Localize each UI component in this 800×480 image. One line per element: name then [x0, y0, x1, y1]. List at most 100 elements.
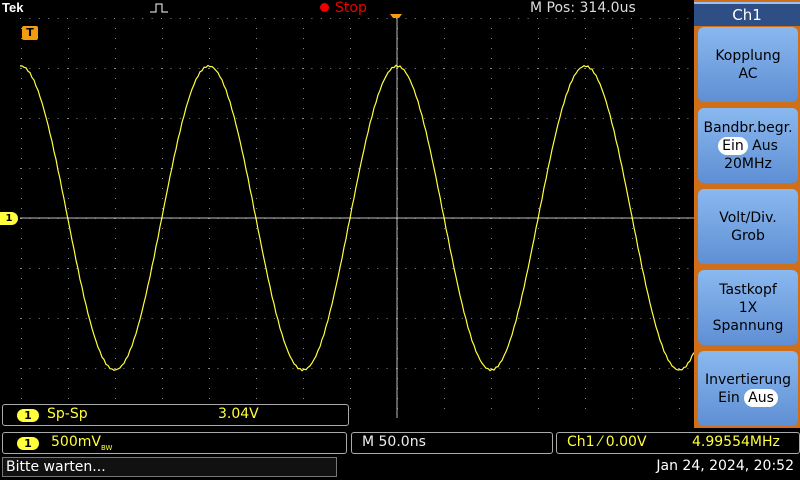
grid-dot	[499, 268, 501, 269]
grid-dot	[189, 268, 191, 269]
grid-dot	[452, 268, 454, 269]
grid-dot	[444, 98, 445, 99]
grid-dot	[444, 298, 445, 299]
grid-dot	[67, 68, 68, 69]
grid-dot	[538, 128, 539, 129]
grid-dot	[538, 138, 539, 139]
grid-dot	[330, 368, 332, 369]
grid-dot	[444, 178, 445, 179]
trigger-readout[interactable]: Ch1 ⁄ 0.00V 4.99554MHz	[556, 432, 800, 454]
grid-dot	[632, 118, 633, 119]
grid-dot	[358, 268, 360, 269]
grid-dot	[358, 118, 360, 119]
grid-dot	[640, 318, 642, 319]
grid-dot	[444, 268, 445, 269]
grid-dot	[632, 298, 633, 299]
coupling-button[interactable]: Kopplung AC	[698, 27, 798, 102]
grid-dot	[538, 88, 539, 89]
grid-dot	[538, 398, 539, 399]
grid-dot	[350, 278, 351, 279]
grid-dot	[162, 28, 163, 29]
side-menu-title: Ch1	[694, 2, 800, 26]
probe-button[interactable]: Tastkopf 1X Spannung	[698, 270, 798, 345]
grid-dot	[443, 318, 444, 319]
grid-dot	[632, 28, 633, 29]
waveform-graticule[interactable]	[20, 18, 694, 418]
grid-dot	[115, 118, 116, 119]
grid-dot	[585, 98, 586, 99]
volts-per-div-button[interactable]: Volt/Div. Grob	[698, 189, 798, 264]
grid-dot	[679, 158, 680, 159]
grid-dot	[115, 138, 116, 139]
grid-dot	[350, 398, 351, 399]
grid-dot	[303, 88, 304, 89]
grid-dot	[679, 168, 680, 169]
grid-dot	[292, 68, 294, 69]
grid-dot	[162, 148, 163, 149]
grid-dot	[546, 168, 548, 169]
grid-dot	[640, 18, 642, 19]
grid-dot	[679, 238, 680, 239]
grid-dot	[170, 268, 172, 269]
vertical-scale-readout[interactable]: 1 500mVBW	[2, 432, 347, 454]
grid-dot	[68, 268, 69, 269]
channel1-ground-marker[interactable]: 1	[0, 212, 18, 225]
horizontal-scale-readout[interactable]: M 50.0ns	[351, 432, 553, 454]
trigger-level-marker[interactable]: T	[22, 26, 38, 40]
grid-dot	[198, 168, 200, 169]
bandwidth-limit-options: Ein Aus	[698, 136, 798, 155]
grid-dot	[537, 368, 538, 369]
grid-dot	[142, 68, 144, 69]
grid-dot	[631, 318, 632, 319]
grid-dot	[255, 368, 256, 369]
grid-dot	[256, 168, 257, 169]
grid-dot	[21, 198, 22, 199]
grid-dot	[303, 238, 304, 239]
grid-dot	[21, 58, 22, 59]
grid-dot	[471, 118, 473, 119]
bandwidth-limit-button[interactable]: Bandbr.begr. Ein Aus 20MHz	[698, 108, 798, 183]
grid-dot	[303, 38, 304, 39]
grid-dot	[68, 338, 69, 339]
grid-dot	[612, 118, 614, 119]
brand-logo: Tek	[2, 0, 24, 15]
grid-dot	[679, 288, 680, 289]
grid-dot	[320, 368, 322, 369]
grid-dot	[538, 58, 539, 59]
grid-dot	[162, 228, 163, 229]
grid-dot	[527, 318, 529, 319]
grid-dot	[499, 168, 501, 169]
grid-dot	[538, 408, 539, 409]
grid-dot	[632, 388, 633, 389]
grid-dot	[162, 238, 163, 239]
measurement-readout[interactable]: 1 Sp-Sp 3.04V	[2, 404, 349, 426]
grid-dot	[48, 68, 50, 69]
grid-dot	[491, 338, 492, 339]
grid-dot	[538, 158, 539, 159]
grid-dot	[209, 298, 210, 299]
grid-dot	[209, 388, 210, 389]
grid-dot	[414, 118, 416, 119]
grid-dot	[95, 268, 97, 269]
grid-dot	[632, 248, 633, 249]
coupling-value: AC	[738, 65, 758, 82]
grid-dot	[585, 118, 586, 119]
grid-dot	[668, 118, 670, 119]
grid-dot	[602, 68, 604, 69]
grid-dot	[320, 168, 322, 169]
grid-dot	[38, 68, 40, 69]
grid-dot	[538, 98, 539, 99]
grid-dot	[123, 168, 125, 169]
grid-dot	[585, 138, 586, 139]
grid-dot	[350, 128, 351, 129]
grid-dot	[632, 288, 633, 289]
grid-dot	[142, 318, 144, 319]
invert-button[interactable]: Invertierung Ein Aus	[698, 351, 798, 426]
status-message: Bitte warten...	[2, 457, 337, 477]
grid-dot	[593, 18, 595, 19]
grid-dot	[593, 368, 595, 369]
grid-dot	[480, 118, 482, 119]
grid-dot	[303, 318, 304, 319]
grid-dot	[405, 268, 407, 269]
grid-dot	[68, 258, 69, 259]
